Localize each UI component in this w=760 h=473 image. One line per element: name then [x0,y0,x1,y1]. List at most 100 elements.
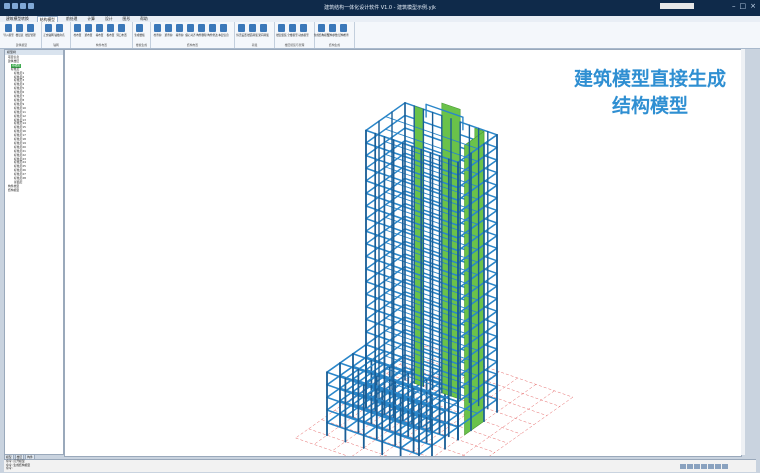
ribbon-button[interactable]: 全楼模型 [287,24,298,37]
ribbon-button-label: 偏心对齐 [185,34,196,37]
ribbon-button[interactable]: 板布置 [106,24,115,37]
view-toggle[interactable] [701,464,707,469]
ribbon-button-label: 梁布置 [84,34,93,37]
tool-icon [165,24,172,32]
command-line-text: 命令: [6,466,13,470]
ribbon-button-label: 墙查询 [175,34,184,37]
ribbon-button[interactable]: 轴线命名 [54,24,65,37]
ribbon-group-label: 轴网 [53,43,59,47]
tree-item-label: 结构模型 [8,187,20,192]
ribbon-button-label: 柱布置 [73,34,82,37]
tool-icon [16,24,23,32]
ribbon-button[interactable]: 正交轴网 [43,24,54,37]
ribbon-button[interactable]: 楼层组装 [276,24,287,37]
ribbon-button[interactable]: 楼层表 [15,24,24,37]
ribbon-group: 生成结构模型 结构参数 结构检查结构生成 [314,22,355,48]
app-menu-icon[interactable] [4,3,10,9]
ribbon-group-label: 结构生成 [328,43,341,47]
close-icon[interactable]: × [750,2,756,10]
settings-icon[interactable] [722,464,728,469]
ribbon-button-label: 楼面荷载 [247,34,258,37]
minimize-icon[interactable]: – [732,2,736,10]
tool-icon [340,24,347,32]
tool-icon [5,24,12,32]
ribbon-button[interactable]: 动态模型 [298,24,309,37]
ribbon-button[interactable]: 墙查询 [175,24,184,37]
tool-icon [118,24,125,32]
ribbon-button-label: 洞口布置 [116,34,127,37]
ribbon-button-label: 楼层组装 [276,34,287,37]
grid-toggle[interactable] [694,464,700,469]
model-viewport[interactable]: 建筑模型直接生成 结构模型 [64,49,742,457]
ribbon-button-label: 轴线命名 [54,34,65,37]
tool-icon [300,24,307,32]
tool-icon [154,24,161,32]
overlay-caption: 建筑模型直接生成 结构模型 [555,66,741,120]
ribbon-group: 柱查询 梁查询 墙查询 偏心对齐 构件删除 构件修改 本层信息 结构布置 [151,22,235,48]
ribbon-button[interactable]: 恒活设置 [236,24,247,37]
vertical-scrollbar[interactable] [741,49,745,455]
ribbon-button-label: 楼层表 [15,34,24,37]
ribbon-toolbar: 导入模型 楼层表 楼层管理 建筑模型 正交轴网 轴线命名 轴网 柱布置 梁布置 墙布置 板布置 洞口布… [0,22,760,49]
ribbon-button[interactable]: 梁间荷载 [258,24,269,37]
redo-icon[interactable] [28,3,34,9]
ribbon-button-label: 正交轴网 [43,34,54,37]
ribbon-group: 导入模型 楼层表 楼层管理建筑模型 [2,22,42,48]
quick-access-toolbar[interactable] [4,3,34,9]
ribbon-button-label: 楼层管理 [25,34,36,37]
ribbon-button[interactable]: 柱查询 [153,24,162,37]
title-bar: 建筑结构一体化设计软件 V1.0 - 建筑模型示例.yjk – □ × [0,0,760,16]
snap-toggle[interactable] [680,464,686,469]
ribbon-button[interactable]: 生成结构模型 [314,24,329,37]
model-tree[interactable]: 项目信息 建筑楼层 基础层 标准层 标准层1 标准层2 标准层3 标准层4 标准层5 标准层6 标准… [5,55,63,193]
ribbon-group: 楼层组装 全楼模型 动态模型楼层组装与管理 [275,22,315,48]
command-line[interactable]: 命令: 打开模型 命令: 生成结构模型 命令: [4,459,756,472]
tool-icon [56,24,63,32]
ribbon-button[interactable]: 梁布置 [84,24,93,37]
maximize-icon[interactable]: □ [740,2,747,10]
ribbon-button[interactable]: 偏心对齐 [185,24,196,37]
ribbon-button[interactable]: 生成楼板 [134,24,145,37]
tree-item[interactable]: 结构模型 [8,187,63,193]
ribbon-button[interactable]: 楼层管理 [25,24,36,37]
ribbon-button-label: 生成楼板 [134,34,145,37]
ribbon-button[interactable]: 楼面荷载 [247,24,258,37]
ribbon-button[interactable]: 构件删除 [196,24,207,37]
ribbon-button-label: 恒活设置 [236,34,247,37]
tool-icon [209,24,216,32]
ribbon-button[interactable]: 导入模型 [3,24,14,37]
zoom-toggle[interactable] [708,464,714,469]
save-icon[interactable] [12,3,18,9]
ribbon-button[interactable]: 构件修改 [207,24,218,37]
tool-icon [107,24,114,32]
grid-axis-line [489,396,573,456]
help-search-input[interactable] [660,3,694,9]
ribbon-button-label: 全楼模型 [287,34,298,37]
ribbon-button[interactable]: 墙布置 [95,24,104,37]
ribbon-button[interactable]: 柱布置 [73,24,82,37]
model-tree-panel: 模型树 项目信息 建筑楼层 基础层 标准层 标准层1 标准层2 标准层3 标准层4 标准层5 标准… [4,49,64,455]
ribbon-group: 柱布置 梁布置 墙布置 板布置 洞口布置 构件布置 [71,22,133,48]
status-bar-tools [680,464,728,469]
tool-icon [96,24,103,32]
ribbon-button[interactable]: 洞口布置 [116,24,127,37]
ortho-toggle[interactable] [687,464,693,469]
pan-toggle[interactable] [715,464,721,469]
ribbon-button[interactable]: 本层信息 [218,24,229,37]
tool-icon [45,24,52,32]
ribbon-button[interactable]: 梁查询 [164,24,173,37]
window-title: 建筑结构一体化设计软件 V1.0 - 建筑模型示例.yjk [324,5,436,11]
tool-icon [187,24,194,32]
ribbon-button-label: 构件删除 [196,34,207,37]
tool-icon [220,24,227,32]
undo-icon[interactable] [20,3,26,9]
ribbon-group-label: 荷载 [251,43,258,47]
ribbon-group: 恒活设置 楼面荷载 梁间荷载荷载 [235,22,275,48]
ribbon-button[interactable]: 结构检查 [338,24,349,37]
ribbon-group-label: 建筑模型 [15,43,28,47]
overlay-caption-line-1: 建筑模型直接生成 [573,68,726,90]
ribbon-group-label: 楼层组装与管理 [284,43,305,47]
ribbon-button-label: 梁查询 [164,34,173,37]
ribbon-button-label: 动态模型 [298,34,309,37]
ribbon-button[interactable]: 结构参数 [327,24,338,37]
